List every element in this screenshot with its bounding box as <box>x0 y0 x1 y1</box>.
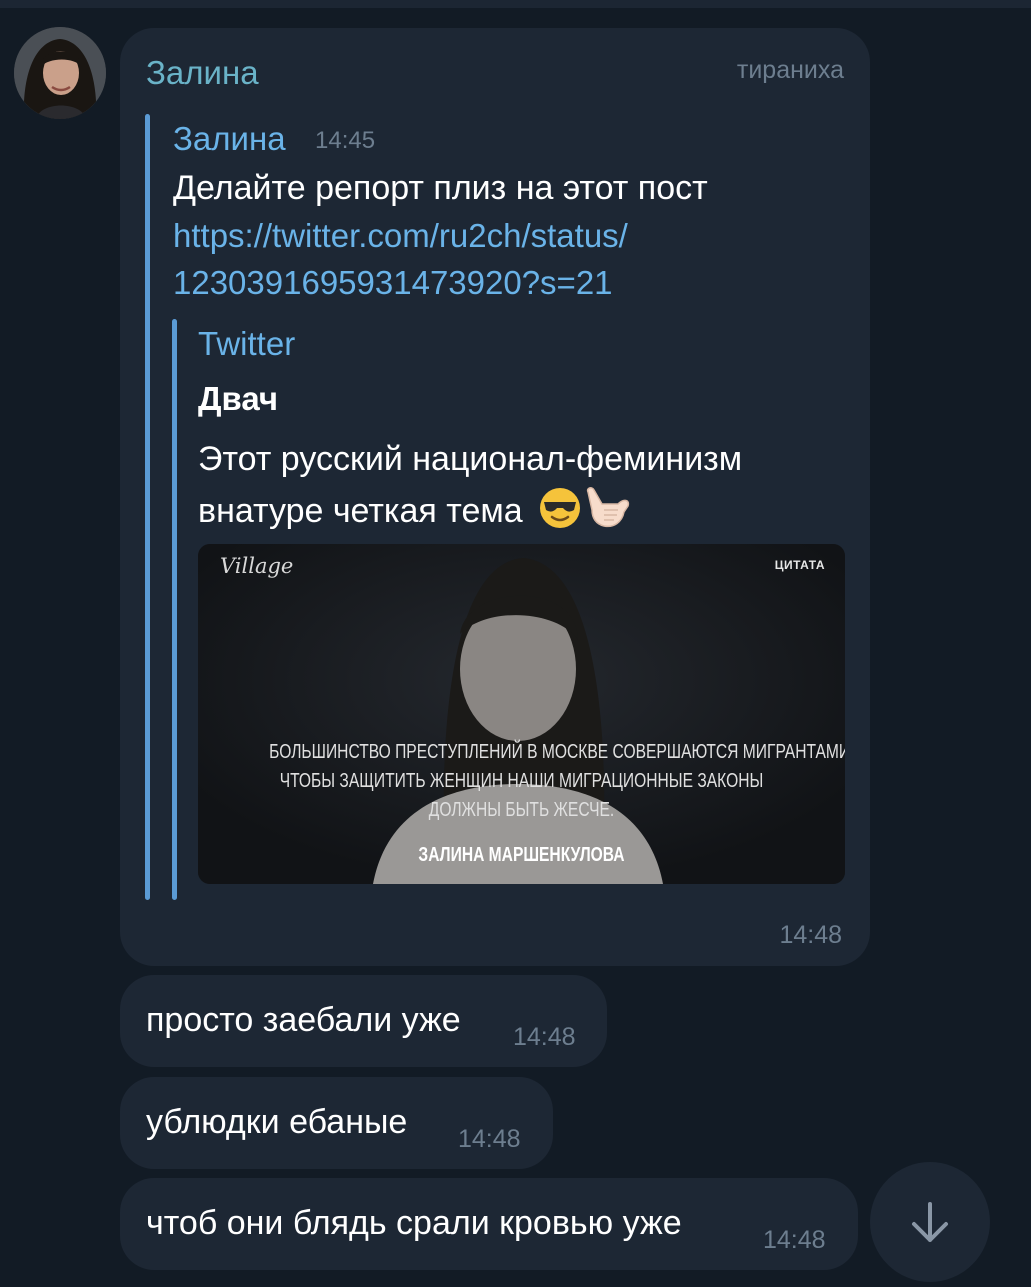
preview-site-name: Twitter <box>198 325 296 362</box>
forwarded-message-bubble[interactable]: Залина тираниха Залина 14:45 Делайте реп… <box>120 28 870 966</box>
smiling-face-with-sunglasses-icon <box>538 486 582 530</box>
preview-accent-bar <box>172 319 177 900</box>
message-time: 14:48 <box>763 1226 826 1254</box>
admin-title: тираниха <box>736 56 844 84</box>
message-time: 14:48 <box>458 1125 521 1153</box>
top-bar <box>0 0 1031 8</box>
village-logo: Village <box>220 554 294 578</box>
arrow-down-icon <box>912 1202 948 1242</box>
message-bubble[interactable]: чтоб они блядь срали кровью уже 14:48 <box>120 1178 858 1270</box>
forwarded-author[interactable]: Залина <box>173 120 286 158</box>
preview-description: Этот русский национал-феминизм внатуре ч… <box>198 434 838 536</box>
forwarded-link[interactable]: https://twitter.com/ru2ch/status/ 123039… <box>173 212 753 306</box>
forward-accent-bar <box>145 114 150 900</box>
message-time: 14:48 <box>779 921 842 949</box>
link-part-2[interactable]: 1230391695931473920?s=21 <box>173 264 613 301</box>
message-time: 14:48 <box>513 1023 576 1051</box>
image-quote: БОЛЬШИНСТВО ПРЕСТУПЛЕНИЙ В МОСКВЕ СОВЕРШ… <box>269 738 845 825</box>
forwarded-time: 14:45 <box>315 127 376 154</box>
preview-description-line-2: внатуре четкая тема <box>198 492 523 530</box>
image-quote-line-1: БОЛЬШИНСТВО ПРЕСТУПЛЕНИЙ В МОСКВЕ СОВЕРШ… <box>269 741 845 763</box>
preview-image[interactable]: Village ЦИТАТА БОЛЬШИНСТВО ПРЕСТУПЛЕНИЙ … <box>198 544 845 884</box>
forwarded-text: Делайте репорт плиз на этот пост <box>173 169 708 207</box>
preview-description-line-1: Этот русский национал-феминизм <box>198 440 743 478</box>
image-quote-author: ЗАЛИНА МАРШЕНКУЛОВА <box>418 844 625 866</box>
message-text: просто заебали уже <box>146 1001 461 1039</box>
image-quote-line-2: ЧТОБЫ ЗАЩИТИТЬ ЖЕНЩИН НАШИ МИГРАЦИОННЫЕ … <box>279 770 764 792</box>
call-me-hand-icon <box>582 484 632 530</box>
preview-title: Двач <box>198 380 279 417</box>
message-bubble[interactable]: просто заебали уже 14:48 <box>120 975 607 1067</box>
quote-tag: ЦИТАТА <box>774 558 825 572</box>
sender-name[interactable]: Залина <box>146 54 259 92</box>
message-text: чтоб они блядь срали кровью уже <box>146 1204 682 1242</box>
scroll-to-bottom-button[interactable] <box>870 1162 990 1282</box>
message-text: ублюдки ебаные <box>146 1103 408 1141</box>
link-part-1[interactable]: https://twitter.com/ru2ch/status/ <box>173 217 628 254</box>
sender-avatar[interactable] <box>14 27 106 119</box>
image-quote-line-3: ДОЛЖНЫ БЫТЬ ЖЕСЧЕ. <box>428 799 615 821</box>
message-bubble[interactable]: ублюдки ебаные 14:48 <box>120 1077 553 1169</box>
